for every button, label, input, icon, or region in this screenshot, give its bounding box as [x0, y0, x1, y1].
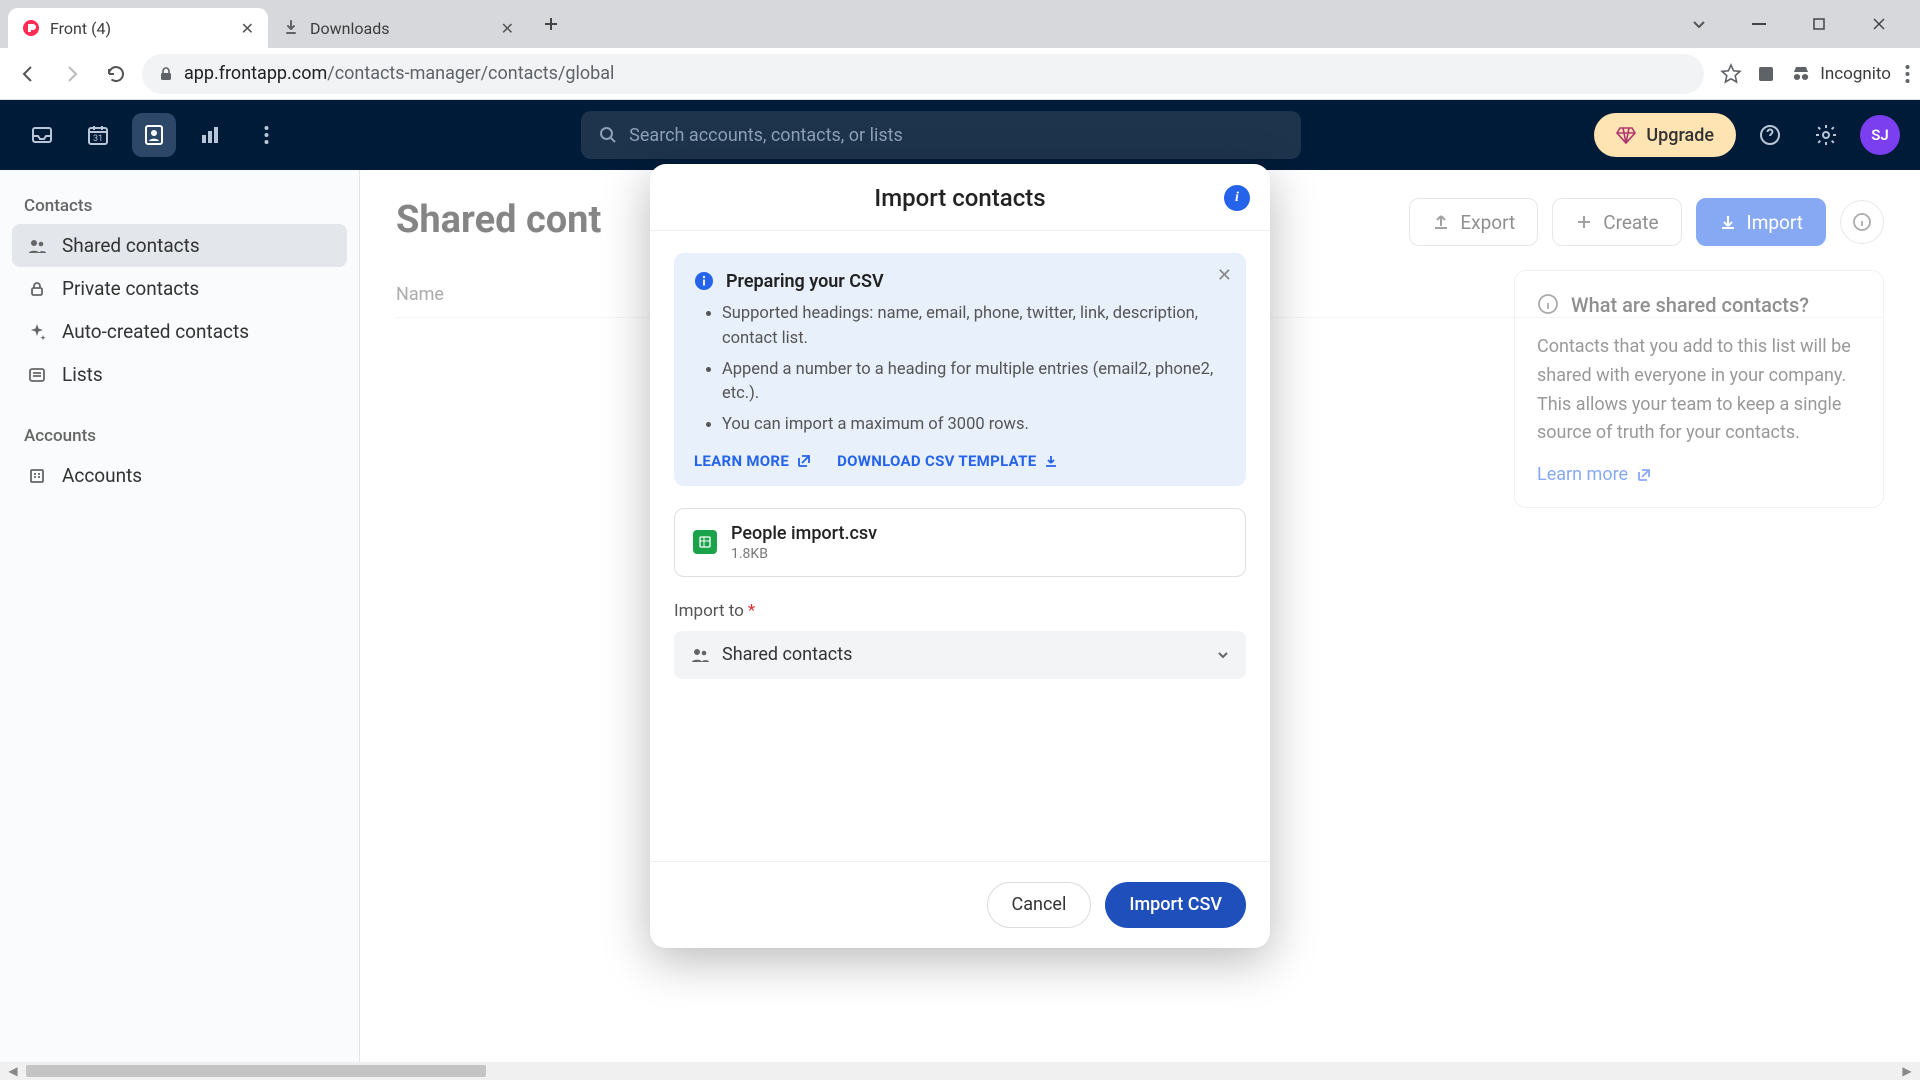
modal-title: Import contacts — [874, 184, 1045, 212]
front-favicon-icon — [22, 19, 40, 37]
maximize-button[interactable] — [1798, 6, 1840, 42]
svg-text:31: 31 — [93, 134, 103, 144]
search-icon — [599, 126, 617, 144]
scrollbar-thumb[interactable] — [26, 1065, 486, 1077]
chevron-down-icon — [1216, 648, 1230, 662]
tab-close-icon[interactable]: ✕ — [241, 19, 254, 38]
incognito-badge[interactable]: Incognito — [1790, 63, 1891, 85]
cancel-button[interactable]: Cancel — [987, 882, 1092, 928]
close-window-button[interactable] — [1858, 6, 1900, 42]
sparkle-icon — [26, 323, 48, 341]
learn-more-link[interactable]: LEARN MORE — [694, 452, 811, 470]
browser-tab-bar: Front (4) ✕ Downloads ✕ — [0, 0, 1920, 48]
uploaded-file[interactable]: People import.csv 1.8KB — [674, 508, 1246, 577]
import-csv-button[interactable]: Import CSV — [1105, 882, 1246, 928]
browser-tab-downloads[interactable]: Downloads ✕ — [268, 8, 528, 48]
extensions-icon[interactable] — [1756, 64, 1776, 84]
tip-item: You can import a maximum of 3000 rows. — [722, 413, 1226, 438]
tab-title: Downloads — [310, 19, 389, 38]
sidebar-item-lists[interactable]: Lists — [12, 353, 347, 396]
user-avatar[interactable]: SJ — [1860, 115, 1900, 155]
scroll-left-icon[interactable]: ◀ — [4, 1064, 22, 1078]
browser-nav-bar: app.frontapp.com/contacts-manager/contac… — [0, 48, 1920, 100]
app-search-input[interactable]: Search accounts, contacts, or lists — [581, 111, 1301, 159]
settings-icon[interactable] — [1804, 113, 1848, 157]
tab-close-icon[interactable]: ✕ — [501, 19, 514, 38]
sidebar-section-accounts: Accounts — [12, 418, 347, 454]
modal-info-icon[interactable]: i — [1224, 185, 1250, 211]
scroll-right-icon[interactable]: ▶ — [1898, 1064, 1916, 1078]
new-tab-button[interactable] — [534, 7, 568, 41]
sidebar-section-contacts: Contacts — [12, 188, 347, 224]
nav-more-icon[interactable] — [244, 113, 288, 157]
browser-tab-front[interactable]: Front (4) ✕ — [8, 8, 268, 48]
lock-icon — [26, 280, 48, 298]
url-text: app.frontapp.com/contacts-manager/contac… — [184, 63, 614, 84]
sidebar-item-shared-contacts[interactable]: Shared contacts — [12, 224, 347, 267]
tip-item: Append a number to a heading for multipl… — [722, 358, 1226, 408]
import-to-label: Import to* — [674, 601, 1246, 621]
download-icon — [1044, 454, 1058, 468]
import-contacts-modal: Import contacts i ✕ Preparing your CSV S… — [650, 164, 1270, 948]
people-icon — [26, 236, 48, 256]
window-controls — [1678, 6, 1912, 42]
file-size: 1.8KB — [731, 546, 877, 562]
search-placeholder: Search accounts, contacts, or lists — [629, 125, 903, 146]
nav-analytics-icon[interactable] — [188, 113, 232, 157]
list-icon — [26, 366, 48, 384]
forward-button[interactable] — [54, 56, 90, 92]
bookmark-icon[interactable] — [1720, 63, 1742, 85]
app-header: 31 Search accounts, contacts, or lists U… — [0, 100, 1920, 170]
tabs-dropdown-icon[interactable] — [1678, 6, 1720, 42]
url-bar[interactable]: app.frontapp.com/contacts-manager/contac… — [142, 54, 1704, 94]
download-favicon-icon — [282, 19, 300, 37]
horizontal-scrollbar[interactable]: ◀ ▶ — [0, 1062, 1920, 1080]
nav-inbox-icon[interactable] — [20, 113, 64, 157]
browser-menu-icon[interactable] — [1905, 64, 1910, 84]
tip-item: Supported headings: name, email, phone, … — [722, 302, 1226, 352]
import-to-select[interactable]: Shared contacts — [674, 631, 1246, 679]
building-icon — [26, 467, 48, 485]
diamond-icon — [1616, 125, 1636, 145]
lock-icon — [158, 66, 174, 82]
sidebar-item-auto-contacts[interactable]: Auto-created contacts — [12, 310, 347, 353]
download-template-link[interactable]: DOWNLOAD CSV TEMPLATE — [837, 452, 1058, 470]
reload-button[interactable] — [98, 56, 134, 92]
people-icon — [690, 645, 710, 665]
file-name: People import.csv — [731, 523, 877, 544]
tip-list: Supported headings: name, email, phone, … — [722, 302, 1226, 438]
tab-title: Front (4) — [50, 19, 111, 38]
external-link-icon — [797, 454, 811, 468]
minimize-button[interactable] — [1738, 6, 1780, 42]
tip-close-icon[interactable]: ✕ — [1217, 265, 1232, 286]
csv-tip-box: ✕ Preparing your CSV Supported headings:… — [674, 253, 1246, 486]
help-icon[interactable] — [1748, 113, 1792, 157]
sidebar-item-accounts[interactable]: Accounts — [12, 454, 347, 497]
csv-file-icon — [693, 530, 717, 554]
info-icon — [694, 271, 714, 291]
upgrade-button[interactable]: Upgrade — [1594, 113, 1736, 157]
nav-contacts-icon[interactable] — [132, 113, 176, 157]
sidebar-item-private-contacts[interactable]: Private contacts — [12, 267, 347, 310]
nav-calendar-icon[interactable]: 31 — [76, 113, 120, 157]
sidebar: Contacts Shared contacts Private contact… — [0, 170, 360, 1062]
back-button[interactable] — [10, 56, 46, 92]
